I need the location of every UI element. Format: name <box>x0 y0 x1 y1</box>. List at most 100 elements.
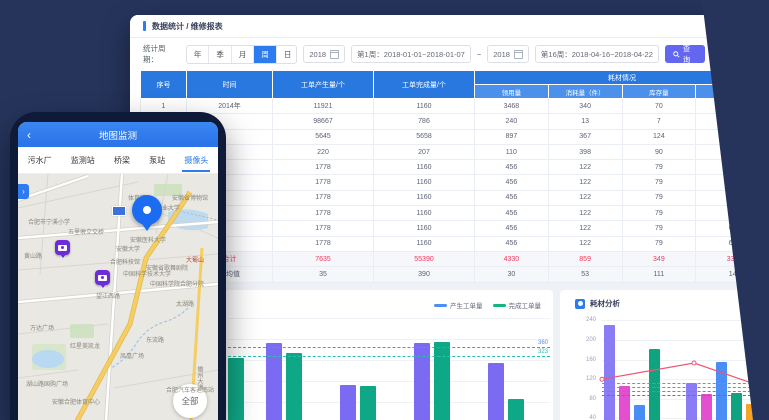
table-cell: 67 <box>696 190 769 205</box>
table-cell: 456 <box>475 190 549 205</box>
export-excel-button[interactable]: 导出Excel <box>711 45 769 63</box>
table-row: 298667786240137690 <box>141 114 769 129</box>
table-cell: 67 <box>696 175 769 190</box>
table-cell: 90 <box>622 144 696 159</box>
table-cell: 122 <box>548 160 622 175</box>
tab-污水厂[interactable]: 污水厂 <box>28 149 52 172</box>
period-option-年[interactable]: 年 <box>187 46 210 63</box>
poi-label: 红星美凯龙 <box>70 344 100 350</box>
table-cell: 1778 <box>273 160 374 175</box>
camera-marker[interactable] <box>55 240 70 255</box>
panel-expand-button[interactable]: › <box>18 184 29 199</box>
table-cell: 14 <box>696 267 769 282</box>
col-header-consumables-group: 耗材情况 <box>475 71 769 85</box>
tab-摄像头[interactable]: 摄像头 <box>184 149 208 172</box>
bar-consumable <box>746 404 757 420</box>
legend-item[interactable]: 完成工单量 <box>493 300 542 310</box>
average-dashed-line <box>602 395 766 396</box>
col-subheader-2: 库存量 <box>622 85 696 99</box>
y-axis-tick: 200 <box>578 337 596 343</box>
end-week-input[interactable]: 第16周：2018-04-16~2018-04-22 <box>535 45 659 63</box>
table-cell: 7635 <box>273 251 374 266</box>
table-cell: 67 <box>696 236 769 251</box>
table-row: 8177811604561227967 <box>141 206 769 221</box>
reference-line <box>228 356 550 357</box>
bar-consumable <box>701 394 712 420</box>
bar-produced <box>340 385 356 420</box>
y-axis-tick: 240 <box>578 317 596 323</box>
average-dashed-line <box>602 387 766 388</box>
app-title: 地图监测 <box>99 128 137 142</box>
period-option-周[interactable]: 周 <box>254 46 277 63</box>
table-cell: 1778 <box>273 221 374 236</box>
table-cell: 240 <box>475 114 549 129</box>
table-cell: 5658 <box>374 129 475 144</box>
poi-label: 黄山路 <box>24 254 42 260</box>
gridline <box>228 339 550 340</box>
tab-泵站[interactable]: 泵站 <box>149 149 165 172</box>
chart-title: 耗材分析 <box>590 298 620 309</box>
table-cell: 19 <box>696 144 769 159</box>
table-cell: 859 <box>548 251 622 266</box>
table-cell: 1160 <box>374 160 475 175</box>
selected-location-pin[interactable] <box>132 195 162 225</box>
table-header-row: 序号 时间 工单产生量/个 工单完成量/个 耗材情况 <box>141 71 769 85</box>
legend-label: 完成工单量 <box>509 300 542 310</box>
poi-label: 东流路 <box>146 338 164 344</box>
gridline <box>602 320 766 321</box>
table-cell: 456 <box>475 160 549 175</box>
y-axis-tick: 160 <box>578 357 596 363</box>
table-total-row: 合计7635553904330859349332 <box>141 251 769 266</box>
table-cell: 690 <box>696 114 769 129</box>
chart-header: 耗材分析 <box>575 298 620 309</box>
bar-completed <box>286 353 302 420</box>
range-separator: ~ <box>477 50 481 59</box>
table-cell: 70 <box>622 99 696 114</box>
period-option-季[interactable]: 季 <box>209 46 232 63</box>
gridline <box>602 360 766 361</box>
poi-label: 中国科学技术大学 <box>123 272 171 278</box>
camera-icon <box>98 275 107 281</box>
breadcrumb: 数据统计 / 维修报表 <box>130 15 769 38</box>
average-dashed-line <box>602 383 766 384</box>
table-cell: 1778 <box>273 190 374 205</box>
poi-label: 合肥市宁溪小学 <box>28 220 70 226</box>
legend-item[interactable]: 产生工单量 <box>434 300 483 310</box>
table-cell: 349 <box>622 251 696 266</box>
table-cell: 456 <box>475 175 549 190</box>
table-cell: 398 <box>548 144 622 159</box>
table-row: 12014年119211160346834070250 <box>141 99 769 114</box>
table-cell: 897 <box>475 129 549 144</box>
table-row: 9177811604561227967 <box>141 221 769 236</box>
camera-marker[interactable] <box>95 270 110 285</box>
start-year-select[interactable]: 2018 <box>303 45 345 63</box>
query-button[interactable]: 查询 <box>665 45 706 63</box>
table-cell: 30 <box>475 267 549 282</box>
app-header: ‹ 地图监测 <box>18 122 218 147</box>
back-chevron-icon[interactable]: ‹ <box>27 130 31 140</box>
poi-label: 安徽医科大学 <box>130 238 166 244</box>
table-cell: 1160 <box>374 175 475 190</box>
calendar-icon <box>514 50 523 59</box>
bar-produced <box>488 363 504 420</box>
calendar-icon <box>330 50 339 59</box>
col-header-created: 工单产生量/个 <box>273 71 374 99</box>
table-cell: 1160 <box>374 221 475 236</box>
period-option-日[interactable]: 日 <box>277 46 298 63</box>
table-cell: 79 <box>622 190 696 205</box>
table-cell: 98667 <box>273 114 374 129</box>
reference-line-value: 360 <box>538 340 548 346</box>
tab-桥梁[interactable]: 桥梁 <box>114 149 130 172</box>
table-cell: 1778 <box>273 206 374 221</box>
table-row: 5177811604561227967 <box>141 160 769 175</box>
table-cell: 786 <box>374 114 475 129</box>
col-header-num: 序号 <box>141 71 187 99</box>
table-cell: 79 <box>622 236 696 251</box>
tab-监测站[interactable]: 监测站 <box>71 149 95 172</box>
map-view[interactable]: › 全部 五里墩立交桥合肥市宁溪小学体育馆安徽农业大学安徽省博物馆安徽医科大学安… <box>18 174 218 420</box>
period-option-月[interactable]: 月 <box>232 46 255 63</box>
bar-consumable <box>731 393 742 420</box>
table-cell: 11921 <box>273 99 374 114</box>
start-week-input[interactable]: 第1周：2018-01-01~2018-01-07 <box>351 45 471 63</box>
end-year-select[interactable]: 2018 <box>487 45 529 63</box>
